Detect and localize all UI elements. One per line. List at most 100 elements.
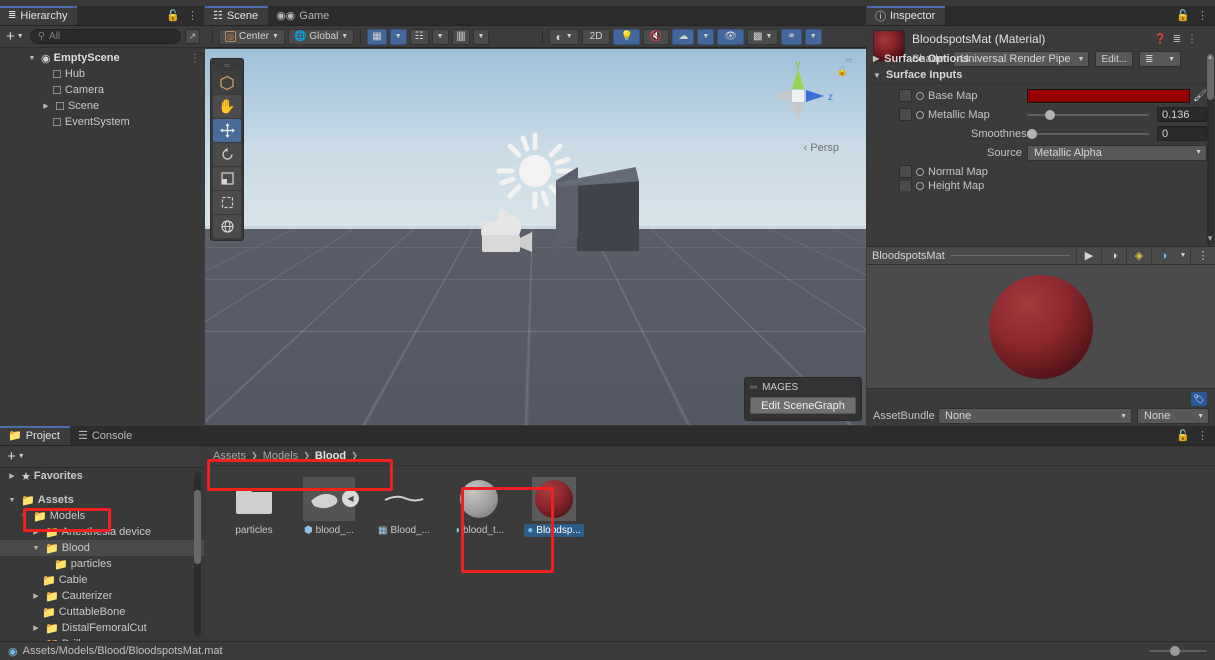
scene-cube-object[interactable]: [577, 181, 639, 251]
source-dropdown[interactable]: Metallic Alpha ▼: [1027, 144, 1207, 161]
project-tree-scrollbar[interactable]: [194, 472, 201, 637]
ruler-dropdown[interactable]: ▼: [472, 28, 490, 45]
open-prefab-icon[interactable]: ↗: [185, 29, 200, 44]
overlay-drag-handle[interactable]: ═: [750, 382, 757, 393]
section-surface-options[interactable]: ▶ Surface Options: [867, 50, 1215, 67]
gizmos-toggle[interactable]: ⚭: [781, 28, 802, 45]
tool-transform[interactable]: [213, 215, 241, 238]
tool-handle-cube[interactable]: [213, 71, 241, 94]
effects-toggle[interactable]: ☁: [672, 28, 695, 45]
breadcrumb-item-models[interactable]: Models: [263, 450, 298, 462]
snap-increment-button[interactable]: ☷: [409, 28, 429, 45]
hierarchy-item-emptyscene[interactable]: ▼ ◉ EmptyScene ⋮: [0, 50, 204, 66]
chevron-down-icon[interactable]: ▼: [26, 55, 38, 62]
lock-icon[interactable]: 🔓: [1176, 9, 1190, 22]
material-preview-area[interactable]: [867, 265, 1215, 388]
scroll-up-arrow-icon[interactable]: ▲: [1206, 52, 1214, 61]
hierarchy-search-input[interactable]: ⚲ All: [29, 29, 181, 44]
more-options-icon[interactable]: ⋮: [1197, 9, 1208, 22]
chevron-down-icon[interactable]: ▼: [18, 513, 30, 520]
gizmos-dropdown[interactable]: ▼: [804, 28, 822, 45]
tool-rect[interactable]: [213, 191, 241, 214]
asset-item-particles[interactable]: particles: [223, 477, 285, 537]
scene-camera-button[interactable]: ▩ ▼: [747, 28, 779, 45]
shading-mode-button[interactable]: ◐ ▼: [549, 28, 579, 45]
chevron-right-icon[interactable]: ▶: [40, 102, 52, 110]
normal-map-texture-slot[interactable]: [899, 165, 912, 178]
project-tree-item-favorites[interactable]: ▶ ★ Favorites: [0, 468, 204, 484]
more-options-icon[interactable]: ⋮: [1190, 246, 1215, 265]
project-tree-item-models[interactable]: ▼ 📁 Models: [0, 508, 204, 524]
more-options-icon[interactable]: ⋮: [187, 9, 198, 22]
scene-lighting-toggle[interactable]: 💡: [613, 28, 640, 45]
chevron-right-icon[interactable]: ▶: [6, 472, 18, 480]
hierarchy-item-eventsystem[interactable]: ☐ EventSystem: [0, 114, 204, 130]
hierarchy-item-scene[interactable]: ▶ ☐ Scene: [0, 98, 204, 114]
assetbundle-variant-dropdown[interactable]: None ▼: [1137, 408, 1209, 424]
tool-move[interactable]: [213, 119, 241, 142]
project-tree-item-cable[interactable]: 📁 Cable: [0, 572, 204, 588]
snap-increment-dropdown[interactable]: ▼: [431, 28, 449, 45]
metallic-value-input[interactable]: 0.136: [1157, 107, 1207, 122]
scene-viewport[interactable]: ═ ✋ ═ 🔓 y z ‹ Persp ═ MAGES Edit SceneGr…: [205, 49, 866, 425]
tab-inspector[interactable]: ⓘ Inspector: [867, 6, 946, 25]
tool-scale[interactable]: [213, 167, 241, 190]
effects-dropdown[interactable]: ▼: [697, 28, 715, 45]
scene-orientation-gizmo[interactable]: y z: [758, 55, 838, 135]
metallic-map-texture-slot[interactable]: [899, 108, 912, 121]
asset-label-tag-icon[interactable]: 🏷: [1191, 392, 1207, 406]
chevron-down-icon[interactable]: ▼: [1176, 246, 1190, 265]
project-tree-item-cauterizer[interactable]: ▶ 📁 Cauterizer: [0, 588, 204, 604]
project-tree-item-assets[interactable]: ▼ 📁 Assets: [0, 492, 204, 508]
asset-item-blood-texture[interactable]: ◑ blood_t...: [448, 477, 510, 537]
smoothness-value-input[interactable]: 0: [1157, 126, 1207, 141]
tool-rotate[interactable]: [213, 143, 241, 166]
handle-space-button[interactable]: 🌐 Global ▼: [287, 28, 355, 45]
property-toggle-icon[interactable]: [916, 182, 924, 190]
lighting-preview-icon[interactable]: ◈: [1126, 246, 1151, 265]
help-icon[interactable]: ❓: [1154, 34, 1166, 45]
chevron-right-icon[interactable]: ▶: [30, 624, 42, 632]
property-toggle-icon[interactable]: [916, 110, 924, 119]
chevron-down-icon[interactable]: ▼: [6, 497, 18, 504]
edit-scenegraph-button[interactable]: Edit SceneGraph: [750, 397, 856, 414]
lock-icon[interactable]: 🔓: [1176, 429, 1190, 442]
scroll-down-arrow-icon[interactable]: ▼: [1206, 234, 1214, 243]
gizmo-lock-icon[interactable]: 🔓: [837, 66, 848, 77]
asset-item-blood-mesh[interactable]: ▦ Blood_...: [373, 477, 435, 537]
preset-icon[interactable]: ≣: [1173, 34, 1181, 45]
project-tree-item-distalfemoralcut[interactable]: ▶ 📁 DistalFemoralCut: [0, 620, 204, 636]
camera-gizmo[interactable]: [470, 204, 540, 264]
project-tree-item-particles[interactable]: 📁 particles: [0, 556, 204, 572]
2d-toggle-button[interactable]: 2D: [581, 28, 611, 45]
add-gameobject-button[interactable]: + ▼: [4, 28, 26, 45]
grid-snap-dropdown[interactable]: ▼: [389, 28, 407, 45]
chevron-right-icon[interactable]: ▶: [30, 592, 42, 600]
breadcrumb-item-blood[interactable]: Blood: [315, 450, 346, 462]
chevron-right-icon[interactable]: ▶: [30, 528, 42, 536]
base-map-texture-slot[interactable]: [899, 89, 912, 102]
assetbundle-name-dropdown[interactable]: None ▼: [938, 408, 1132, 424]
overlay-drag-handle[interactable]: ═: [213, 61, 241, 70]
base-map-color-swatch[interactable]: [1027, 88, 1191, 103]
property-toggle-icon[interactable]: [916, 91, 924, 100]
asset-item-blood-prefab[interactable]: ◀ ⬢ blood_...: [298, 477, 360, 537]
zoom-slider[interactable]: [1149, 646, 1207, 656]
lock-icon[interactable]: 🔓: [166, 9, 180, 22]
tab-scene[interactable]: ☷ Scene: [205, 6, 269, 25]
preview-play-badge-icon[interactable]: ◀: [342, 490, 359, 507]
more-options-icon[interactable]: ⋮: [1197, 429, 1208, 442]
play-icon[interactable]: ▶: [1076, 246, 1101, 265]
create-asset-button[interactable]: + ▼: [5, 448, 27, 465]
more-options-icon[interactable]: ⋮: [1187, 34, 1197, 45]
sphere-preview-icon[interactable]: ◑: [1101, 246, 1126, 265]
chevron-down-icon[interactable]: ▼: [30, 545, 42, 552]
metallic-slider[interactable]: [1027, 108, 1149, 122]
pivot-mode-button[interactable]: ◎ Center ▼: [219, 28, 285, 45]
tab-console[interactable]: ☰ Console: [69, 426, 143, 445]
eyedropper-icon[interactable]: 🖌: [1193, 89, 1207, 102]
smoothness-slider[interactable]: [1027, 127, 1149, 141]
project-tree-item-cuttablebone[interactable]: 📁 CuttableBone: [0, 604, 204, 620]
ruler-button[interactable]: |||||: [451, 28, 470, 45]
breadcrumb-item-assets[interactable]: Assets: [213, 450, 246, 462]
